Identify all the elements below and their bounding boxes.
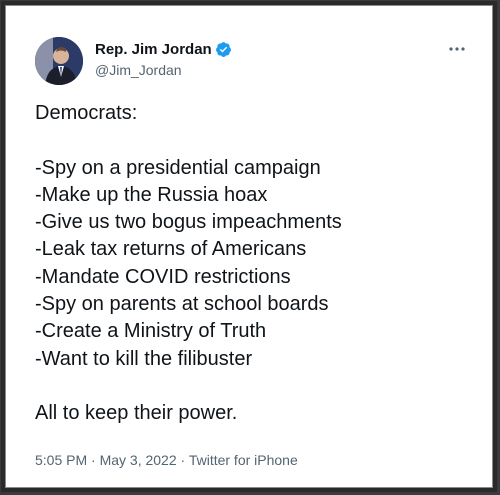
screenshot-frame: Rep. Jim Jordan @Jim_Jordan Democrats: -…: [1, 1, 497, 492]
tweet-line: -Spy on parents at school boards: [35, 293, 329, 316]
tweet-line: -Make up the Russia hoax: [35, 183, 268, 206]
tweet-line: -Spy on a presidential campaign: [35, 156, 321, 179]
tweet-line: Democrats:: [35, 102, 138, 124]
handle[interactable]: @Jim_Jordan: [95, 62, 232, 78]
tweet-line: [35, 373, 475, 400]
verified-badge-icon: [215, 42, 231, 57]
tweet-timestamp[interactable]: 5:05 PM · May 3, 2022 · Twitter for iPho…: [35, 452, 298, 468]
tweet-line: All to keep their power.: [35, 402, 238, 425]
tweet-line: [35, 127, 475, 154]
display-name[interactable]: Rep. Jim Jordan: [95, 41, 212, 58]
more-options-icon[interactable]: [446, 41, 468, 57]
tweet-header: Rep. Jim Jordan @Jim_Jordan: [35, 35, 472, 87]
author-names: Rep. Jim Jordan @Jim_Jordan: [95, 41, 232, 78]
tweet-text: Democrats: -Spy on a presidential campai…: [35, 100, 475, 428]
tweet-line: -Give us two bogus impeachments: [35, 211, 342, 234]
tweet-line: -Want to kill the filibuster: [35, 347, 253, 370]
tweet-line: -Create a Ministry of Truth: [35, 320, 267, 343]
tweet-card: Rep. Jim Jordan @Jim_Jordan Democrats: -…: [5, 5, 493, 488]
avatar-image: [35, 37, 83, 85]
tweet-line: -Leak tax returns of Americans: [35, 238, 307, 261]
tweet-line: -Mandate COVID restrictions: [35, 265, 291, 288]
avatar[interactable]: [35, 37, 83, 85]
display-name-row[interactable]: Rep. Jim Jordan: [95, 41, 232, 58]
